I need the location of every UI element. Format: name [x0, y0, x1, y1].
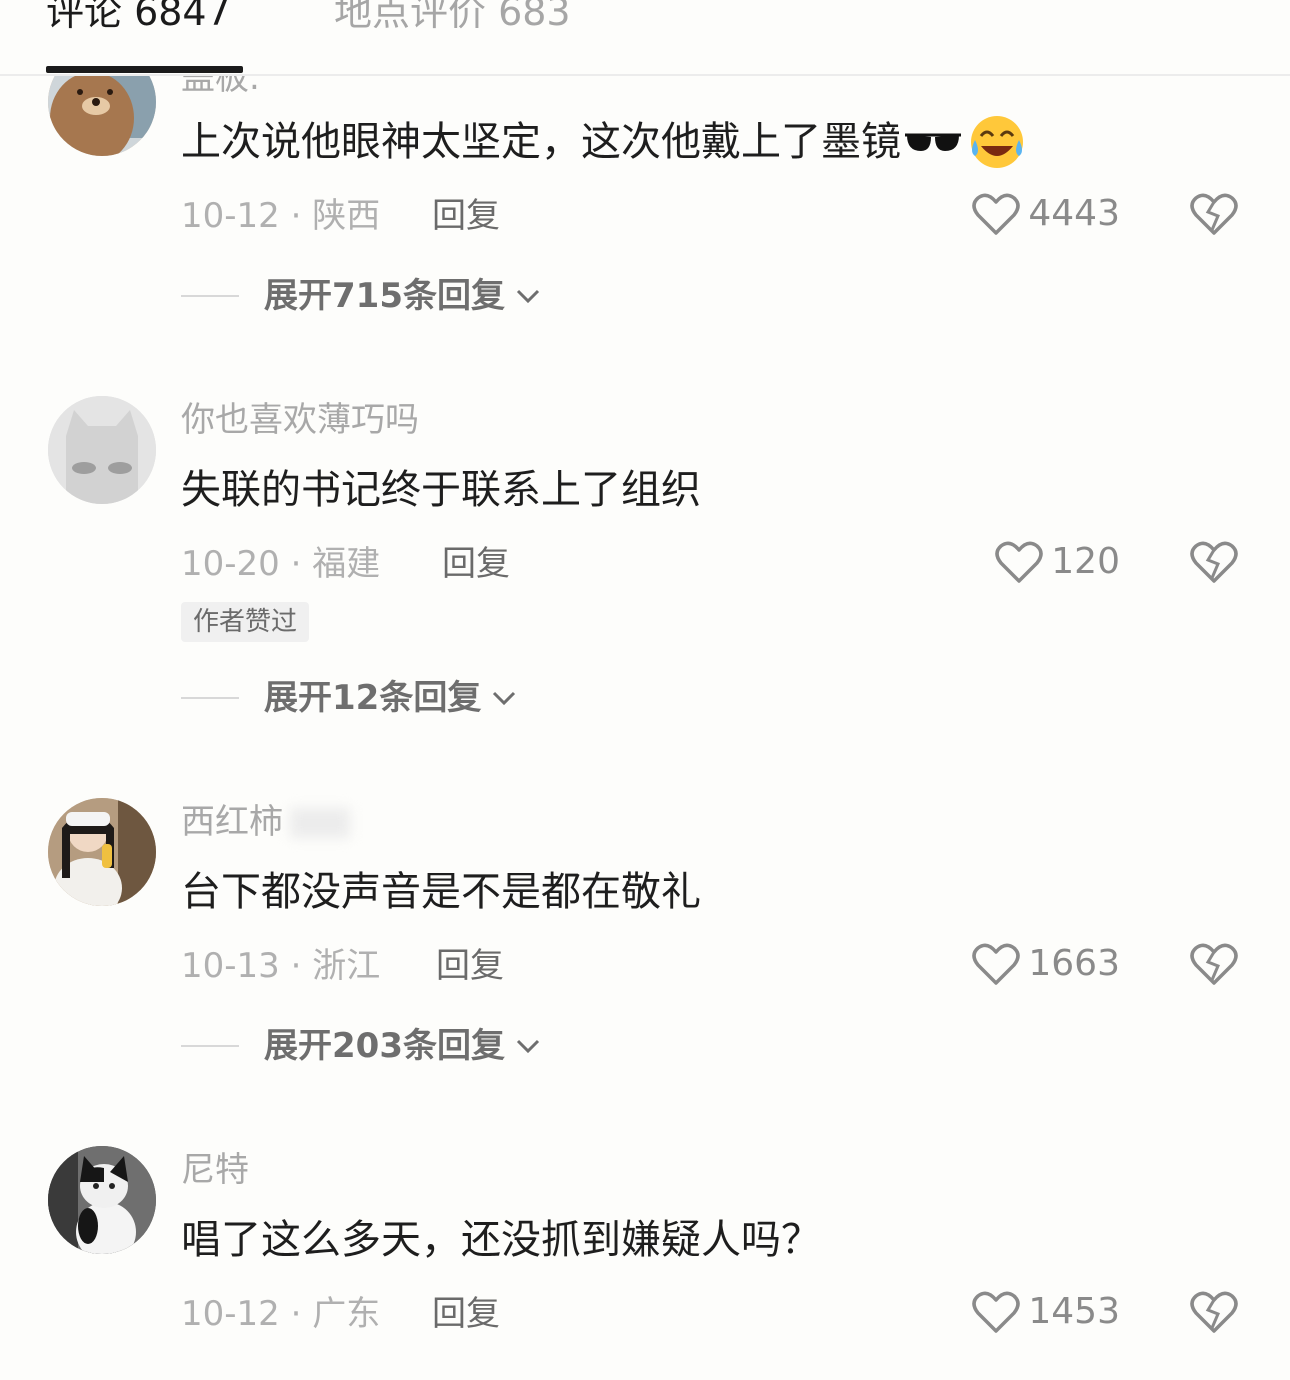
- reply-button[interactable]: 回复: [432, 1292, 500, 1336]
- chevron-down-icon: [516, 1039, 540, 1054]
- comment-text: 上次说他眼神太坚定，这次他戴上了墨镜: [181, 114, 1027, 170]
- date-location: 10-12 · 陕西: [181, 196, 381, 236]
- heart-icon: [972, 943, 1021, 985]
- dislike-button[interactable]: [1190, 540, 1238, 588]
- comment-text: 失联的书记终于联系上了组织: [181, 467, 701, 513]
- date-location: 10-12 · 广东: [181, 1294, 381, 1334]
- expand-replies[interactable]: 展开203条回复: [181, 1024, 541, 1068]
- dislike-button[interactable]: [1190, 192, 1238, 240]
- active-tab-indicator: [46, 66, 243, 73]
- comment-text: 唱了这么多天，还没抓到嫌疑人吗？: [181, 1217, 821, 1263]
- tab-comments[interactable]: 评论 6847: [46, 0, 231, 38]
- like-button[interactable]: 120: [995, 540, 1120, 584]
- expand-replies[interactable]: 展开12条回复: [181, 676, 517, 720]
- like-button[interactable]: 4443: [972, 192, 1120, 236]
- chevron-down-icon: [493, 691, 516, 706]
- reply-button[interactable]: 回复: [436, 944, 504, 988]
- expand-replies[interactable]: 展开715条回复: [181, 274, 541, 318]
- username[interactable]: 西红柿: [181, 800, 283, 844]
- username[interactable]: 你也喜欢薄巧吗: [181, 398, 419, 442]
- expand-replies-label: 展开715条回复: [264, 276, 505, 316]
- divider: [181, 1045, 239, 1047]
- avatar[interactable]: [48, 396, 156, 504]
- tab-bar: 评论 6847 地点评价 683: [0, 0, 1290, 76]
- crying-laughing-emoji-icon: [971, 116, 1023, 168]
- username[interactable]: 尼特: [181, 1148, 249, 1192]
- like-count: 4443: [1028, 193, 1120, 234]
- heart-icon: [972, 1291, 1021, 1333]
- chevron-down-icon: [516, 289, 540, 304]
- broken-heart-icon: [1190, 541, 1238, 583]
- heart-icon: [972, 193, 1021, 235]
- dislike-button[interactable]: [1190, 1290, 1238, 1338]
- broken-heart-icon: [1190, 193, 1238, 235]
- like-count: 120: [1051, 541, 1120, 582]
- reply-button[interactable]: 回复: [442, 542, 510, 586]
- heart-icon: [995, 541, 1044, 583]
- expand-replies-label: 展开12条回复: [264, 678, 482, 718]
- broken-heart-icon: [1190, 1291, 1238, 1333]
- avatar[interactable]: [48, 798, 156, 906]
- blurred-name-region: [290, 808, 350, 838]
- comment-text: 台下都没声音是不是都在敬礼: [181, 869, 701, 915]
- tab-location-reviews[interactable]: 地点评价 683: [334, 0, 571, 38]
- like-count: 1453: [1028, 1291, 1120, 1332]
- dislike-button[interactable]: [1190, 942, 1238, 990]
- like-count: 1663: [1028, 943, 1120, 984]
- date-location: 10-20 · 福建: [181, 544, 381, 584]
- avatar[interactable]: [48, 1146, 156, 1254]
- expand-replies-label: 展开203条回复: [264, 1026, 505, 1066]
- broken-heart-icon: [1190, 943, 1238, 985]
- sunglasses-emoji-icon: [905, 133, 961, 151]
- reply-button[interactable]: 回复: [432, 194, 500, 238]
- divider: [181, 295, 239, 297]
- like-button[interactable]: 1663: [972, 942, 1120, 986]
- date-location: 10-13 · 浙江: [181, 946, 381, 986]
- divider: [181, 697, 239, 699]
- author-liked-badge: 作者赞过: [181, 602, 310, 642]
- like-button[interactable]: 1453: [972, 1290, 1120, 1334]
